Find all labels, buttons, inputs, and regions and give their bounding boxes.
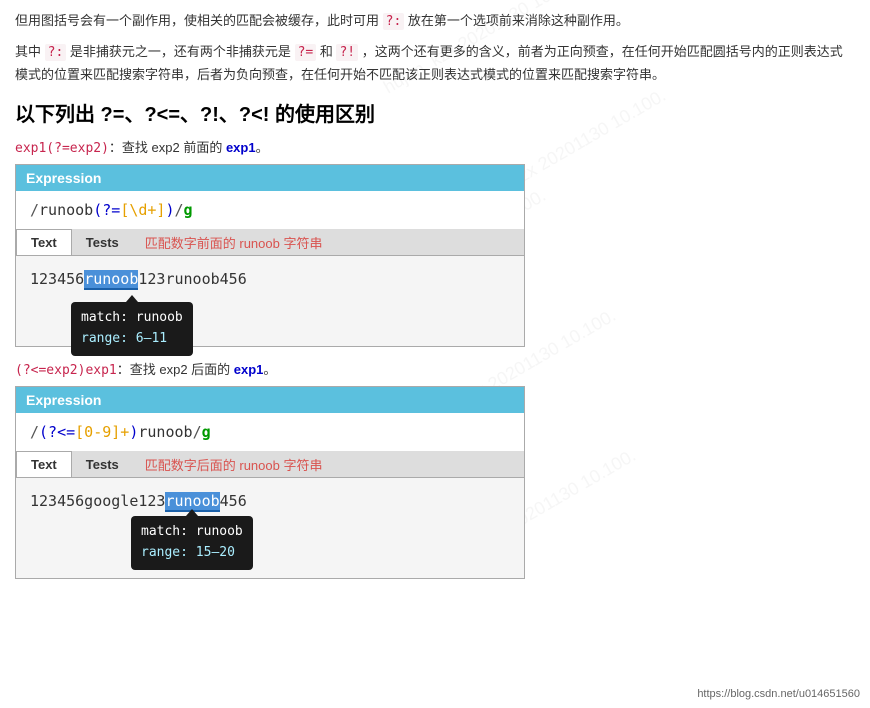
s2-lookahead-open: (?<= [39, 423, 75, 441]
s1-slash1: / [30, 201, 39, 219]
s1-word2: runoob [165, 270, 219, 288]
s2-tooltip-range: range: 15–20 [141, 543, 243, 564]
s2-desc-code: (?<=exp2)exp1 [15, 363, 117, 378]
s1-match1: runoob [84, 270, 138, 290]
section2-expr-header: Expression [16, 387, 524, 413]
s1-lookahead-close: ) [165, 201, 174, 219]
section1-tab-text[interactable]: Text [16, 229, 72, 255]
s1-desc-colon: ：查找 exp2 前面的 [109, 140, 226, 155]
s1-flag: g [184, 201, 193, 219]
s1-desc-prefix: exp1(?=exp2) [15, 141, 109, 156]
s2-desc-period: 。 [263, 362, 276, 377]
section2-expr-body: /(?<=[0-9]+)runoob/g [16, 413, 524, 451]
section2-expr-box: Expression /(?<=[0-9]+)runoob/g Text Tes… [15, 386, 525, 579]
section2-tab-tests[interactable]: Tests [72, 452, 133, 477]
section1-desc: exp1(?=exp2)：查找 exp2 前面的 exp1。 [15, 137, 855, 156]
s2-desc-text: ：查找 exp2 后面的 [117, 362, 234, 377]
s2-after: 456 [220, 492, 247, 510]
intro-text-1a: 但用图括号会有一个副作用，使相关的匹配会被缓存，此时可用 [15, 13, 379, 28]
section1-tooltip: match: runoob range: 6–11 [71, 302, 193, 356]
footer-url: https://blog.csdn.net/u014651560 [697, 688, 860, 700]
s1-before: 123456 [30, 270, 84, 288]
section2-tooltip: match: runoob range: 15–20 [131, 516, 253, 570]
section1-expr-box: Expression /runoob(?=[\d+])/g Text Tests… [15, 164, 525, 347]
section2: (?<=exp2)exp1：查找 exp2 后面的 exp1。 Expressi… [15, 359, 855, 579]
s1-charclass: [\d+] [120, 201, 165, 219]
s2-tooltip-match: match: runoob [141, 522, 243, 543]
intro-para1: 但用图括号会有一个副作用，使相关的匹配会被缓存，此时可用 ?: 放在第一个选项前… [15, 10, 855, 33]
s2-flag: g [202, 423, 211, 441]
intro-code4: ?! [336, 44, 358, 61]
intro-code1: ?: [383, 13, 405, 30]
s1-mid: 123 [138, 270, 165, 288]
s1-desc-period: 。 [256, 140, 269, 155]
intro-text-2b: 是非捕获元之一，还有两个非捕获元是 [70, 44, 291, 59]
s1-desc-exp1: exp1 [226, 140, 256, 155]
intro-text-2c: 和 [320, 44, 333, 59]
s2-slash2: / [193, 423, 202, 441]
s2-runoob: runoob [138, 423, 192, 441]
s1-runoob: runoob [39, 201, 93, 219]
s2-before: 123456google123 [30, 492, 165, 510]
section1-tab-hint: 匹配数字前面的 runoob 字符串 [145, 233, 323, 252]
s2-slash1: / [30, 423, 39, 441]
s1-lookahead-open: (?= [93, 201, 120, 219]
section1-tab-bar: Text Tests 匹配数字前面的 runoob 字符串 [16, 229, 524, 256]
section2-tab-bar: Text Tests 匹配数字后面的 runoob 字符串 [16, 451, 524, 478]
intro-code3: ?= [295, 44, 317, 61]
section1-tab-tests[interactable]: Tests [72, 230, 133, 255]
s2-charclass: [0-9]+ [75, 423, 129, 441]
intro-text-1b: 放在第一个选项前来消除这种副作用。 [408, 13, 629, 28]
s1-after2: 456 [220, 270, 247, 288]
section1-expr-body: /runoob(?=[\d+])/g [16, 191, 524, 229]
section1-expr-header: Expression [16, 165, 524, 191]
tooltip-match-label: match: runoob [81, 308, 183, 329]
s2-desc-exp1: exp1 [234, 362, 264, 377]
page-content: 但用图括号会有一个副作用，使相关的匹配会被缓存，此时可用 ?: 放在第一个选项前… [0, 0, 870, 599]
section2-match-area: 123456google123runoob456 match: runoob r… [16, 478, 524, 578]
section2-tab-hint: 匹配数字后面的 runoob 字符串 [145, 455, 323, 474]
section2-desc: (?<=exp2)exp1：查找 exp2 后面的 exp1。 [15, 359, 855, 378]
intro-code2: ?: [45, 44, 67, 61]
s1-slash2: / [175, 201, 184, 219]
section-heading: 以下列出 ?=、?<=、?!、?<! 的使用区别 [15, 98, 855, 127]
intro-para2: 其中 ?: 是非捕获元之一，还有两个非捕获元是 ?= 和 ?! ，这两个还有更多… [15, 41, 855, 86]
intro-text-2a: 其中 [15, 44, 41, 59]
section2-tab-text[interactable]: Text [16, 451, 72, 477]
section1-match-area: 123456runoob123runoob456 match: runoob r… [16, 256, 524, 346]
tooltip-range-label: range: 6–11 [81, 329, 183, 350]
